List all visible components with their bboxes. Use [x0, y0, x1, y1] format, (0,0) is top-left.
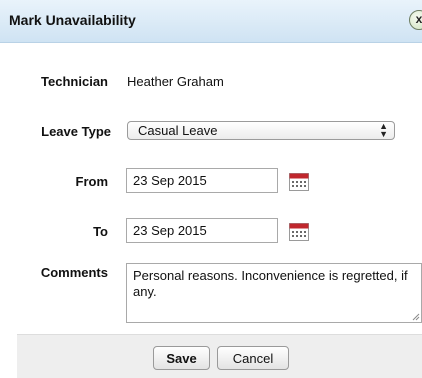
close-icon[interactable]: x — [409, 10, 422, 30]
to-date-input[interactable] — [126, 218, 278, 243]
from-date-input[interactable] — [126, 168, 278, 193]
resize-grip-icon[interactable] — [412, 313, 420, 321]
save-button[interactable]: Save — [153, 346, 210, 370]
leave-type-label: Leave Type — [41, 124, 111, 139]
comments-label: Comments — [40, 265, 108, 280]
comments-textarea[interactable]: Personal reasons. Inconvenience is regre… — [126, 263, 422, 323]
leave-type-selected-value: Casual Leave — [138, 123, 218, 138]
leave-type-select[interactable]: Casual Leave ▲ ▼ — [127, 121, 395, 140]
cancel-button[interactable]: Cancel — [217, 346, 289, 370]
dialog-footer: Save Cancel — [17, 334, 422, 378]
chevron-up-down-icon: ▲ ▼ — [379, 121, 388, 139]
dialog-title: Mark Unavailability — [9, 12, 136, 28]
from-label: From — [75, 174, 109, 189]
dialog-titlebar: Mark Unavailability x — [0, 0, 422, 43]
to-label: To — [93, 224, 108, 239]
calendar-icon[interactable] — [289, 173, 309, 191]
technician-label: Technician — [41, 74, 108, 89]
calendar-icon[interactable] — [289, 223, 309, 241]
technician-value: Heather Graham — [127, 74, 224, 89]
mark-unavailability-dialog: Mark Unavailability x Technician Heather… — [0, 0, 422, 378]
